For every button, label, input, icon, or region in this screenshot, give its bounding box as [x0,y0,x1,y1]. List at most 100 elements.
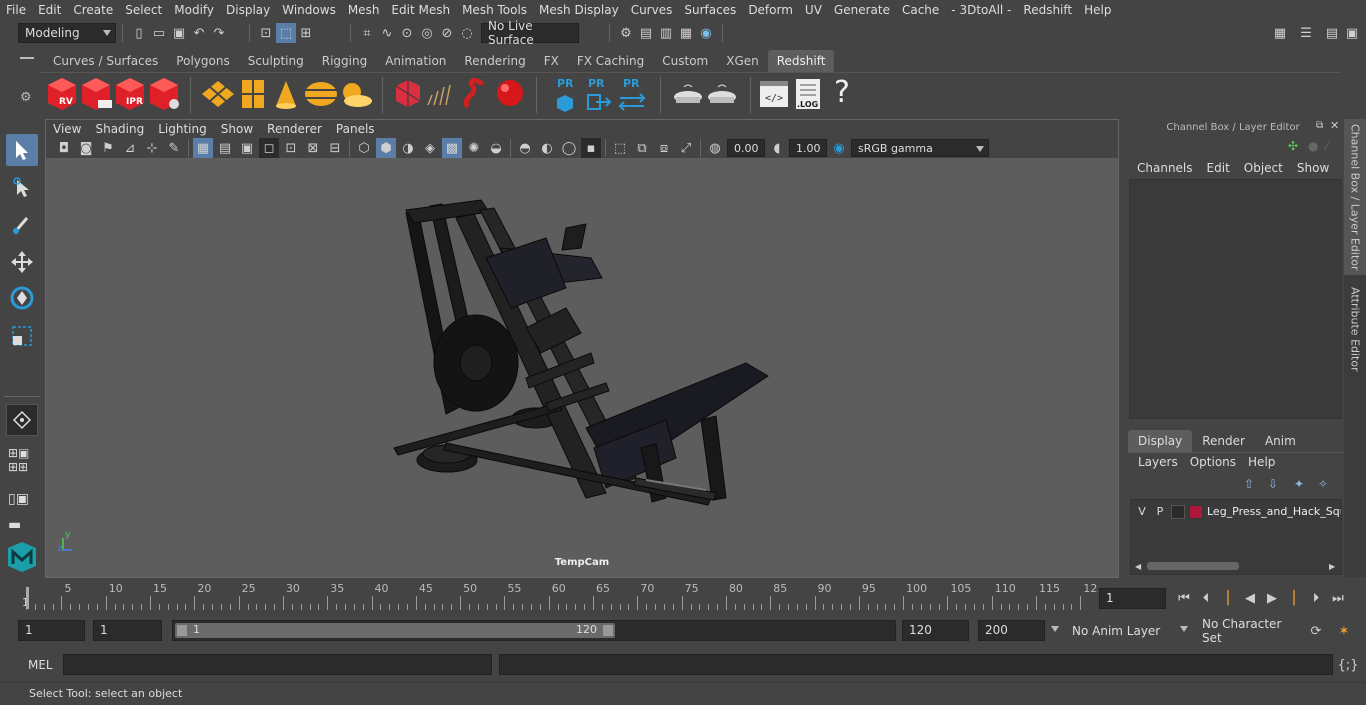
textured-icon[interactable]: ◈ [420,138,440,158]
channel-toggle-icon[interactable]: ☰ [1296,23,1316,43]
ambient-occlusion-icon[interactable]: ◓ [515,138,535,158]
menu-select[interactable]: Select [119,3,168,17]
menu-display[interactable]: Display [220,3,276,17]
channel-menu-edit[interactable]: Edit [1200,161,1237,175]
move-layer-down-icon[interactable]: ⇩ [1268,477,1278,491]
move-layer-up-icon[interactable]: ⇧ [1244,477,1254,491]
menu-edit-mesh[interactable]: Edit Mesh [385,3,456,17]
open-scene-icon[interactable]: ▭ [149,23,169,43]
script-language-label[interactable]: MEL [28,658,53,672]
camera-select-icon[interactable]: ◘ [54,138,74,158]
layer-visibility-toggle[interactable]: V [1135,505,1149,518]
sun-sky-icon[interactable] [343,83,372,107]
colorspace-select[interactable]: sRGB gamma [851,139,989,157]
tab-channel-box[interactable]: Channel Box / Layer Editor [1344,119,1366,275]
anim-layer-select[interactable]: No Anim Layer [1066,620,1190,641]
range-slider-handle[interactable]: 1 120 [175,623,615,638]
layer-tab-display[interactable]: Display [1128,430,1193,452]
panel-menu-show[interactable]: Show [214,122,260,136]
menu-uv[interactable]: UV [799,3,828,17]
proxy-cube-icon[interactable] [395,80,421,107]
panel-menu-shading[interactable]: Shading [88,122,151,136]
panel-menu-panels[interactable]: Panels [329,122,382,136]
bake-pie-2-icon[interactable] [708,84,736,103]
paint-select-tool-icon[interactable] [6,208,38,240]
soft-select-icon[interactable] [6,404,38,436]
shelf-tab-rendering[interactable]: Rendering [455,50,534,72]
menu-edit[interactable]: Edit [32,3,67,17]
new-layer-icon[interactable]: ✦ [1294,477,1304,491]
exposure-field[interactable]: 0.00 [727,139,765,157]
bookmark-icon[interactable]: ⚑ [98,138,118,158]
grid-icon[interactable]: ▦ [193,138,213,158]
film-gate-icon[interactable]: ▤ [215,138,235,158]
menu-cache[interactable]: Cache [896,3,945,17]
time-slider[interactable]: 5 10 15 20 25 30 35 40 45 50 55 60 65 70 75 80 85 90 95 100… [18,582,1097,612]
undo-icon[interactable]: ↶ [189,23,209,43]
menu-modify[interactable]: Modify [168,3,220,17]
layer-scrollbar[interactable]: ◀ ▶ [1135,560,1339,572]
sphere-icon[interactable] [497,80,523,106]
menu-file[interactable]: File [0,3,32,17]
pr-swap-icon[interactable] [618,93,646,111]
shelf-tab-fx[interactable]: FX [535,50,568,72]
smooth-shade-icon[interactable]: ⬢ [376,138,396,158]
pencil-icon[interactable]: ✎ [164,138,184,158]
gate-mask-icon[interactable]: ◻ [259,138,279,158]
snap-grid-icon[interactable]: ⌗ [357,23,377,43]
grid-snap-icon[interactable]: ⊹ [142,138,162,158]
close-panel-icon[interactable]: ✕ [1330,119,1339,132]
antialias-icon[interactable]: ◯ [559,138,579,158]
range-start-field[interactable]: 1 [18,620,85,641]
menu-surfaces[interactable]: Surfaces [678,3,742,17]
wire-on-shaded-icon[interactable]: ◑ [398,138,418,158]
wireframe-icon[interactable]: ⬡ [354,138,374,158]
shelf-tab-custom[interactable]: Custom [653,50,717,72]
channel-toggle-a-icon[interactable]: ● [1308,139,1318,153]
safe-action-icon[interactable]: ⊠ [303,138,323,158]
layer-playback-toggle[interactable]: P [1153,505,1167,518]
range-end-field[interactable]: 200 [978,620,1045,641]
transform-axes-icon[interactable]: ✣ [1288,139,1298,153]
menu-redshift[interactable]: Redshift [1017,3,1078,17]
render-settings-icon[interactable]: ⚙ [616,23,636,43]
menu-windows[interactable]: Windows [276,3,342,17]
menu-generate[interactable]: Generate [828,3,896,17]
render-options-cube-icon[interactable] [150,78,179,110]
menu-mesh-tools[interactable]: Mesh Tools [456,3,533,17]
go-to-start-icon[interactable]: ⏮ [1174,588,1194,608]
snap-projected-icon[interactable]: ◎ [417,23,437,43]
spot-light-icon[interactable] [276,81,296,109]
float-panel-icon[interactable]: ⧉ [1316,120,1323,131]
layer-reference-toggle[interactable] [1171,504,1185,519]
select-hierarchy-icon[interactable]: ⊡ [256,23,276,43]
render-frame-icon[interactable]: ▤ [636,23,656,43]
render-view-icon[interactable]: ▦ [676,23,696,43]
character-set-select[interactable]: No Character Set [1196,617,1300,645]
portal-light-icon[interactable] [242,80,264,108]
snap-view-icon[interactable]: ⊘ [437,23,457,43]
channel-list-area[interactable] [1129,179,1342,419]
menu-deform[interactable]: Deform [742,3,799,17]
dome-light-icon[interactable] [305,82,337,106]
script-editor-icon[interactable]: {;} [1338,655,1359,675]
go-to-end-icon[interactable]: ⏭ [1328,588,1348,608]
shelf-tab-redshift[interactable]: Redshift [767,50,835,72]
auto-key-icon[interactable]: ⟳ [1306,621,1326,641]
gamma-icon[interactable]: ◖ [767,138,787,158]
new-layer-selected-icon[interactable]: ✧ [1318,477,1328,491]
shelf-tab-sculpting[interactable]: Sculpting [239,50,313,72]
attribute-toggle-icon[interactable]: ▣ [1342,23,1362,43]
layout-single-icon[interactable]: ⊞▣ ⊞⊞ [8,446,29,474]
area-light-icon[interactable] [202,81,234,107]
range-slider[interactable]: 1 120 [172,620,896,641]
color-management-icon[interactable]: ◉ [829,138,849,158]
xray-icon[interactable]: ▩ [442,138,462,158]
layer-menu-layers[interactable]: Layers [1132,455,1184,469]
save-scene-icon[interactable]: ▣ [169,23,189,43]
step-back-key-icon[interactable]: ⎮ [1218,588,1238,608]
channel-menu-show[interactable]: Show [1290,161,1336,175]
layer-tab-render[interactable]: Render [1192,430,1255,452]
menu-mesh-display[interactable]: Mesh Display [533,3,625,17]
motion-blur-icon[interactable]: ◐ [537,138,557,158]
